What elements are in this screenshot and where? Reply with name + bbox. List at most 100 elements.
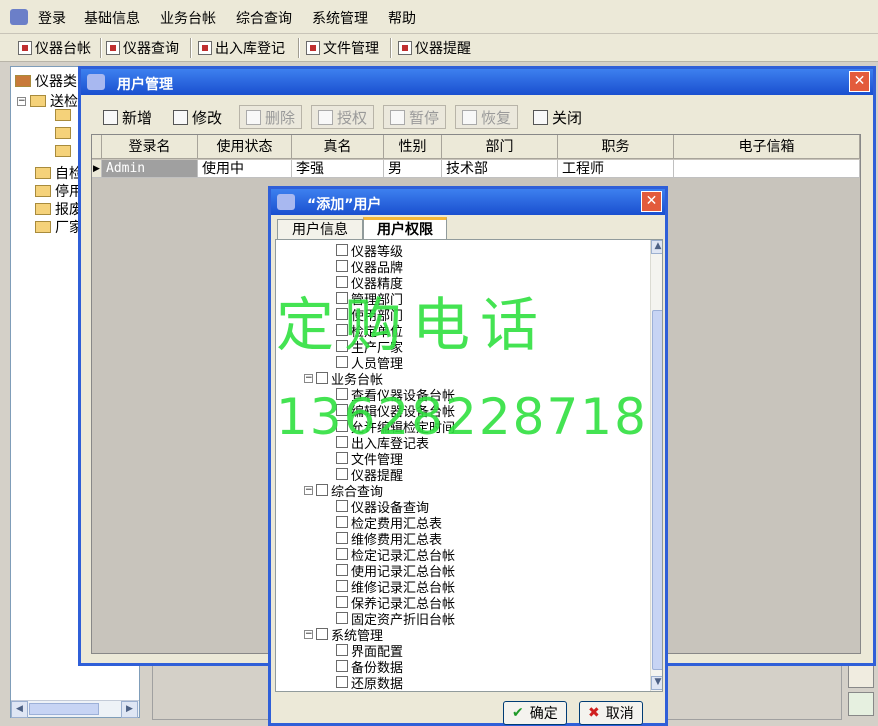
tree-node-vendor[interactable]: 厂家 bbox=[35, 217, 83, 237]
tab-user-permissions[interactable]: 用户权限 bbox=[363, 217, 447, 239]
column-header[interactable]: 真名 bbox=[292, 135, 384, 159]
register-icon bbox=[198, 41, 212, 55]
permission-checkbox[interactable] bbox=[336, 516, 348, 528]
cancel-button[interactable]: ✖ 取消 bbox=[579, 701, 643, 725]
folder-icon bbox=[55, 109, 71, 121]
column-header[interactable]: 使用状态 bbox=[198, 135, 292, 159]
pause-label: 暂停 bbox=[409, 108, 440, 127]
permission-checkbox[interactable] bbox=[336, 532, 348, 544]
scroll-down-icon[interactable]: ▼ bbox=[651, 676, 662, 690]
permission-checkbox[interactable] bbox=[316, 484, 328, 496]
menu-help[interactable]: 帮助 bbox=[388, 8, 416, 28]
watermark-order-phone: 定购电话 bbox=[276, 291, 549, 359]
tree-horizontal-scrollbar[interactable]: ◀ ▶ bbox=[11, 700, 139, 718]
permission-checkbox[interactable] bbox=[336, 676, 348, 688]
table-cell[interactable]: 工程师 bbox=[558, 160, 674, 178]
cross-icon: ✖ bbox=[588, 705, 600, 721]
permission-checkbox[interactable] bbox=[336, 596, 348, 608]
menu-query[interactable]: 综合查询 bbox=[236, 8, 292, 28]
folder-icon bbox=[30, 95, 46, 107]
pause-button[interactable]: 暂停 bbox=[383, 105, 447, 129]
permission-checkbox[interactable] bbox=[336, 244, 348, 256]
permission-checkbox[interactable] bbox=[336, 660, 348, 672]
exit-icon bbox=[533, 109, 548, 125]
toolbar-instrument-ledger[interactable]: 仪器台帐 bbox=[18, 38, 91, 58]
permission-checkbox[interactable] bbox=[336, 612, 348, 624]
permission-checkbox[interactable] bbox=[336, 580, 348, 592]
permission-checkbox[interactable] bbox=[336, 468, 348, 480]
restore-button[interactable]: 恢复 bbox=[455, 105, 519, 129]
close-icon[interactable]: ✕ bbox=[641, 191, 662, 212]
collapse-icon[interactable]: − bbox=[304, 373, 313, 383]
tree-node-scrapped[interactable]: 报废 bbox=[35, 199, 83, 219]
toolbar-file-manage[interactable]: 文件管理 bbox=[306, 38, 379, 58]
menu-system[interactable]: 系统管理 bbox=[312, 8, 368, 28]
collapse-icon[interactable]: − bbox=[304, 485, 313, 495]
menu-login[interactable]: 登录 bbox=[38, 8, 66, 28]
tree-subnode[interactable] bbox=[55, 127, 75, 139]
edit-button[interactable]: 修改 bbox=[173, 105, 222, 129]
delete-label: 删除 bbox=[265, 108, 296, 127]
scroll-up-icon[interactable]: ▲ bbox=[651, 240, 662, 254]
collapse-icon[interactable]: − bbox=[304, 629, 313, 639]
tab-user-info[interactable]: 用户信息 bbox=[277, 219, 363, 239]
collapse-icon[interactable]: − bbox=[17, 96, 26, 106]
tree-subnode[interactable] bbox=[55, 145, 75, 157]
excel-icon[interactable] bbox=[848, 692, 874, 716]
toolbar-stock-register[interactable]: 出入库登记 bbox=[198, 38, 285, 58]
permission-checkbox[interactable] bbox=[336, 564, 348, 576]
column-header[interactable]: 性别 bbox=[384, 135, 442, 159]
authorize-button[interactable]: 授权 bbox=[311, 105, 375, 129]
close-icon[interactable]: ✕ bbox=[849, 71, 870, 92]
permission-checkbox[interactable] bbox=[336, 260, 348, 272]
toolbar-separator bbox=[298, 38, 300, 58]
permission-checkbox[interactable] bbox=[316, 628, 328, 640]
info-icon bbox=[398, 41, 412, 55]
folder-icon bbox=[35, 221, 51, 233]
delete-button[interactable]: 删除 bbox=[239, 105, 303, 129]
scroll-thumb[interactable] bbox=[29, 703, 99, 715]
table-cell[interactable]: 使用中 bbox=[198, 160, 292, 178]
table-cell[interactable] bbox=[674, 160, 860, 178]
ledger-icon bbox=[18, 41, 32, 55]
scroll-left-icon[interactable]: ◀ bbox=[11, 701, 28, 718]
permission-checkbox[interactable] bbox=[336, 548, 348, 560]
watermark-phone-number: 13628228718 bbox=[276, 388, 648, 446]
query-icon bbox=[106, 41, 120, 55]
app-icon bbox=[10, 9, 28, 25]
table-cell[interactable]: 李强 bbox=[292, 160, 384, 178]
tree-subnode[interactable] bbox=[55, 109, 75, 121]
window-title: 用户管理 bbox=[117, 77, 173, 93]
row-pointer-icon: ▶ bbox=[92, 160, 102, 178]
menu-business-ledger[interactable]: 业务台帐 bbox=[160, 8, 216, 28]
column-header[interactable]: 部门 bbox=[442, 135, 558, 159]
scroll-thumb[interactable] bbox=[652, 310, 662, 670]
add-button[interactable]: 新增 bbox=[103, 105, 152, 129]
column-header[interactable]: 电子信箱 bbox=[674, 135, 860, 159]
tree-node-stopped[interactable]: 停用 bbox=[35, 181, 83, 201]
close-button[interactable]: 关闭 bbox=[533, 105, 582, 129]
tree-node-label: 送检 bbox=[50, 94, 78, 110]
scroll-right-icon[interactable]: ▶ bbox=[121, 701, 138, 718]
table-cell[interactable]: 技术部 bbox=[442, 160, 558, 178]
table-cell[interactable]: 男 bbox=[384, 160, 442, 178]
permission-checkbox[interactable] bbox=[316, 372, 328, 384]
column-header[interactable]: 登录名 bbox=[102, 135, 198, 159]
toolbar-instrument-reminder[interactable]: 仪器提醒 bbox=[398, 38, 471, 58]
toolbar-instrument-query[interactable]: 仪器查询 bbox=[106, 38, 179, 58]
permission-checkbox[interactable] bbox=[336, 644, 348, 656]
save-icon[interactable] bbox=[848, 664, 874, 688]
toolbar-separator bbox=[100, 38, 102, 58]
menu-basic-info[interactable]: 基础信息 bbox=[84, 8, 140, 28]
permissions-scrollbar[interactable]: ▲ ▼ bbox=[650, 240, 662, 691]
dialog-title: “添加”用户 bbox=[307, 197, 382, 213]
permission-checkbox[interactable] bbox=[336, 452, 348, 464]
tree-node-sent[interactable]: − 送检 bbox=[17, 91, 78, 111]
ok-button[interactable]: ✔ 确定 bbox=[503, 701, 567, 725]
column-header[interactable]: 职务 bbox=[558, 135, 674, 159]
tree-root[interactable]: 仪器类 bbox=[15, 71, 77, 91]
permission-item[interactable]: 还原数据 bbox=[336, 674, 403, 691]
tree-node-self[interactable]: 自检 bbox=[35, 163, 83, 183]
table-cell[interactable]: Admin bbox=[102, 160, 198, 178]
permission-checkbox[interactable] bbox=[336, 500, 348, 512]
